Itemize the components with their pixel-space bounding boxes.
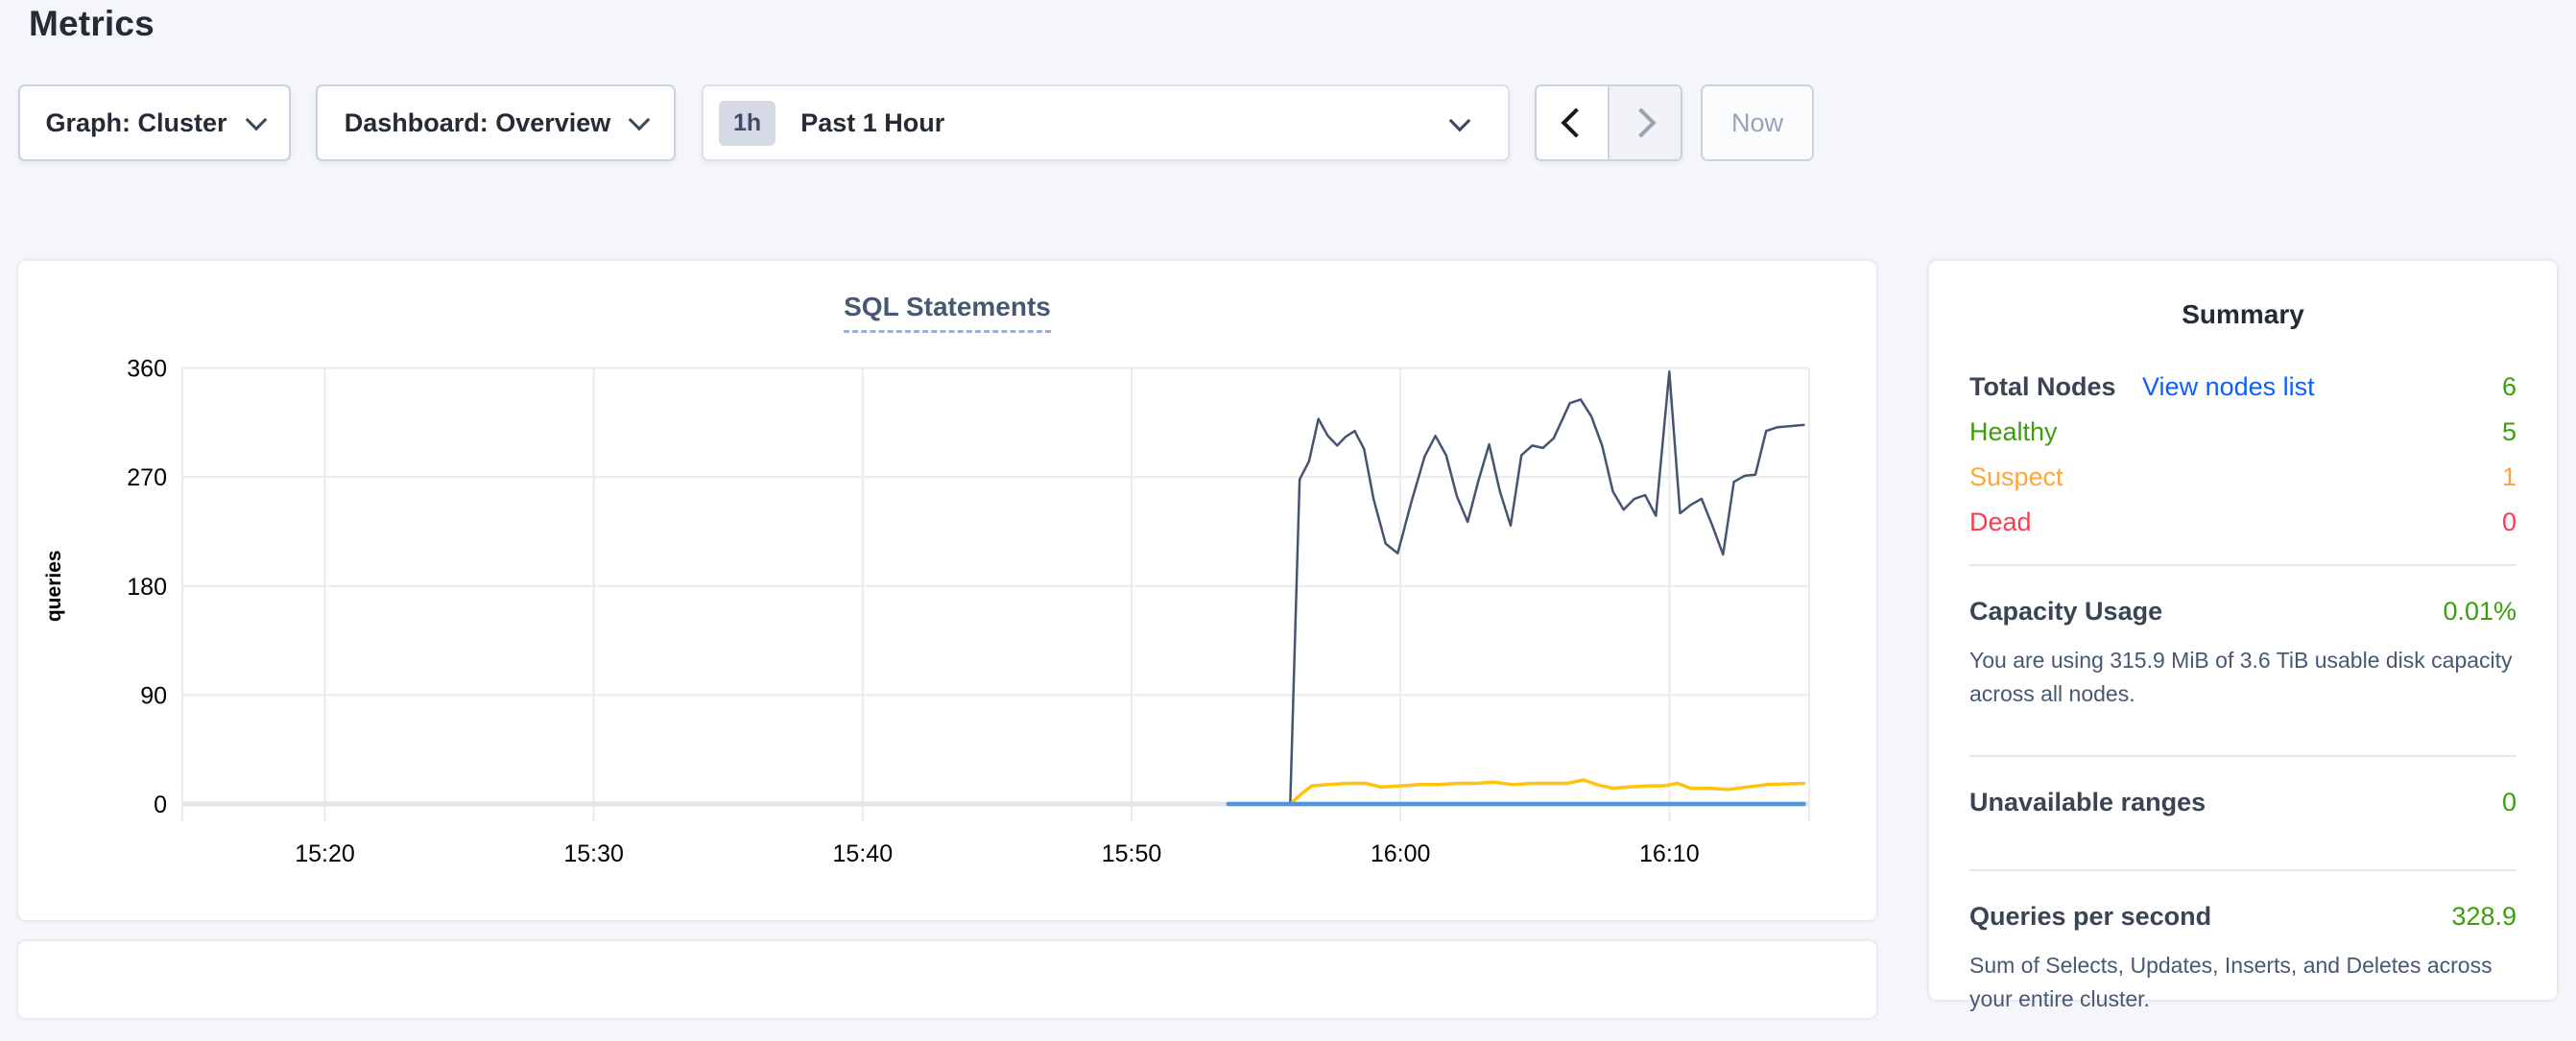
y-tick-label: 180 [127,574,167,601]
now-button[interactable]: Now [1701,84,1814,161]
sql-statements-chart[interactable]: 15:20 15:30 15:40 15:50 16:00 16:10 0 90 180 270 3… [18,343,1876,919]
healthy-label: Healthy [1969,410,2058,455]
time-range-badge: 1h [719,101,775,146]
suspect-value: 1 [2502,455,2516,500]
x-tick-label: 16:00 [1371,840,1431,867]
dead-value: 0 [2502,500,2516,545]
page-title: Metrics [29,4,155,44]
y-tick-label: 270 [127,464,167,491]
capacity-usage-label: Capacity Usage [1969,589,2162,634]
chevron-left-icon [1561,107,1590,137]
summary-panel: Summary Total Nodes View nodes list 6 He… [1929,261,2557,1000]
x-tick-label: 15:30 [563,840,624,867]
series-statements-total [1290,371,1803,804]
dashboard-dropdown[interactable]: Dashboard: Overview [316,84,676,161]
dashboard-dropdown-label: Dashboard: Overview [345,108,611,138]
capacity-usage-value: 0.01% [2443,589,2516,634]
view-nodes-list-link[interactable]: View nodes list [2142,372,2315,401]
prev-time-button[interactable] [1537,86,1608,159]
total-nodes-row: Total Nodes View nodes list 6 [1969,365,2516,410]
series-statements-low [1290,780,1803,804]
time-step-buttons [1535,84,1682,161]
sql-statements-chart-card: SQL Statements 15:20 15:30 15:40 15:50 16:00… [18,261,1876,920]
chart-title[interactable]: SQL Statements [844,292,1051,333]
chevron-down-icon [1449,110,1471,132]
unavailable-ranges-label: Unavailable ranges [1969,780,2206,825]
total-nodes-value: 6 [2502,365,2516,410]
capacity-usage-description: You are using 315.9 MiB of 3.6 TiB usabl… [1969,644,2516,711]
time-range-selector[interactable]: 1h Past 1 Hour [702,84,1510,161]
qps-section: Queries per second 328.9 Sum of Selects,… [1969,871,2516,1041]
chevron-down-icon [245,108,267,130]
queries-per-second-description: Sum of Selects, Updates, Inserts, and De… [1969,949,2516,1016]
dead-nodes-row: Dead 0 [1969,500,2516,545]
chart-title-wrap: SQL Statements [18,261,1876,333]
queries-per-second-value: 328.9 [2451,894,2516,939]
y-tick-label: 90 [140,682,167,709]
dead-label: Dead [1969,500,2032,545]
x-tick-label: 16:10 [1639,840,1700,867]
suspect-label: Suspect [1969,455,2063,500]
healthy-value: 5 [2502,410,2516,455]
suspect-nodes-row: Suspect 1 [1969,455,2516,500]
total-nodes-label: Total Nodes [1969,372,2116,401]
chevron-down-icon [629,108,651,130]
y-tick-label: 0 [154,792,167,818]
nodes-summary: Total Nodes View nodes list 6 Healthy 5 … [1969,365,2516,545]
queries-per-second-label: Queries per second [1969,894,2211,939]
unavailable-ranges-value: 0 [2502,780,2516,825]
x-tick-label: 15:20 [295,840,355,867]
next-chart-card [18,941,1876,1018]
x-tick-label: 15:40 [833,840,894,867]
graph-dropdown-label: Graph: Cluster [45,108,227,138]
healthy-nodes-row: Healthy 5 [1969,410,2516,455]
chevron-right-icon [1626,107,1656,137]
next-time-button[interactable] [1608,86,1681,159]
capacity-section: Capacity Usage 0.01% You are using 315.9… [1969,566,2516,736]
y-axis-label: queries [43,550,65,622]
summary-title: Summary [1969,299,2516,330]
time-range-label: Past 1 Hour [800,108,944,138]
x-tick-label: 15:50 [1102,840,1162,867]
y-tick-label: 360 [127,356,167,383]
graph-dropdown[interactable]: Graph: Cluster [18,84,291,161]
unavailable-ranges-section: Unavailable ranges 0 [1969,757,2516,850]
